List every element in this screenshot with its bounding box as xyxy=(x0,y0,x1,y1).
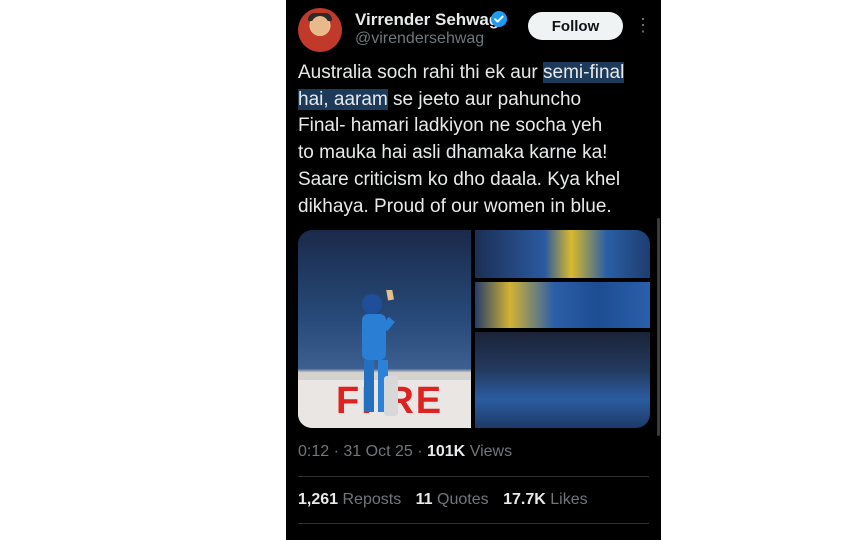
views-count: 101K xyxy=(426,443,466,460)
tweet-line: Final- hamari ladkiyon ne socha yeh xyxy=(298,115,603,137)
avatar[interactable] xyxy=(298,8,342,52)
separator: · xyxy=(417,443,423,460)
tweet-line: Australia soch rahi thi ek aur semi-fina… xyxy=(298,60,654,87)
batter-figure xyxy=(362,290,398,416)
likes-label: Likes xyxy=(550,491,588,508)
reposts-link[interactable]: 1,261 Reposts xyxy=(298,491,401,508)
quotes-count: 11 xyxy=(415,491,433,508)
highlighted-text: semi-final xyxy=(543,62,625,83)
tweet-time[interactable]: 0:12 xyxy=(298,443,329,460)
views-label: Views xyxy=(469,443,513,460)
avatar-face xyxy=(311,16,329,36)
media-image-celebration[interactable] xyxy=(475,332,650,428)
reposts-count: 1,261 xyxy=(298,491,339,508)
likes-count: 17.7K xyxy=(503,491,546,508)
engagement-stats: 1,261 Reposts 11 Quotes 17.7K Likes xyxy=(298,491,598,509)
tweet-panel: Virrender Sehwag @virendersehwag Follow … xyxy=(286,0,661,540)
tweet-line: dikhaya. Proud of our women in blue. xyxy=(298,195,612,217)
author-handle[interactable]: @virendersehwag xyxy=(355,30,484,48)
tweet-line: to mauka hai asli dhamaka karne ka! xyxy=(298,142,608,164)
media-image-batter[interactable]: FI RE xyxy=(298,230,471,428)
media-image-players-middle[interactable] xyxy=(475,282,650,328)
media-grid: FI RE xyxy=(298,230,650,428)
quotes-label: Quotes xyxy=(437,491,489,508)
follow-button[interactable]: Follow xyxy=(528,12,623,40)
separator: · xyxy=(333,443,339,460)
tweet-line: Saare criticism ko dho daala. Kya khel xyxy=(298,168,621,190)
divider xyxy=(298,523,649,524)
likes-link[interactable]: 17.7K Likes xyxy=(503,491,588,508)
highlighted-text: hai, aaram xyxy=(298,88,388,110)
tweet-date[interactable]: 31 Oct 25 xyxy=(343,443,412,460)
quotes-link[interactable]: 11 Quotes xyxy=(416,491,489,508)
divider xyxy=(298,476,649,477)
tweet-line-text: se jeeto aur pahuncho xyxy=(387,88,582,110)
tweet-line-text: Australia soch rahi thi ek aur xyxy=(298,62,544,83)
reposts-label: Reposts xyxy=(342,491,402,508)
tweet-timestamp: 0:12 · 31 Oct 25 · 101K Views xyxy=(298,443,512,461)
verified-check-icon xyxy=(491,11,507,27)
tweet-text: Australia soch rahi thi ek aur semi-fina… xyxy=(298,60,654,220)
scrollbar-thumb[interactable] xyxy=(657,218,660,436)
author-name[interactable]: Virrender Sehwag xyxy=(355,10,499,30)
tweet-line: hai, aaram se jeeto aur pahuncho xyxy=(298,87,654,114)
more-options-icon[interactable]: ⋮ xyxy=(634,14,652,36)
media-image-players-top[interactable] xyxy=(475,230,650,278)
